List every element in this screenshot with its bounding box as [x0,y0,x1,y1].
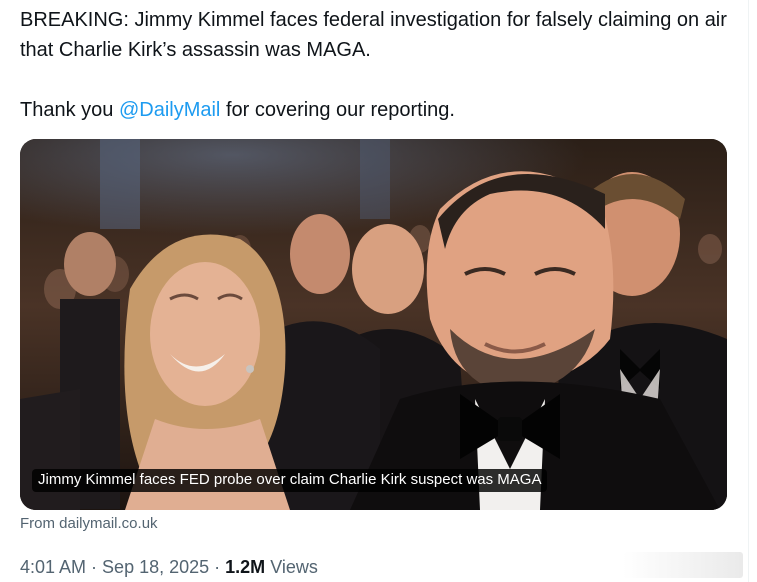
tweet-text-thanks: Thank you @DailyMail for covering our re… [20,95,735,125]
column-divider [748,0,749,582]
tweet-container: BREAKING: Jimmy Kimmel faces federal inv… [0,0,757,582]
link-card-source[interactable]: From dailymail.co.uk [20,515,158,532]
link-card[interactable]: Jimmy Kimmel faces FED probe over claim … [20,139,727,510]
views-label: Views [265,557,318,577]
meta-separator: · [209,557,226,577]
watermark-overlay [623,552,743,578]
dailymail-mention-link[interactable]: @DailyMail [119,99,220,121]
link-card-caption: Jimmy Kimmel faces FED probe over claim … [32,469,548,492]
tweet-time[interactable]: 4:01 AM [20,557,86,577]
thanks-prefix: Thank you [20,99,119,121]
tweet-text: BREAKING: Jimmy Kimmel faces federal inv… [20,5,735,125]
tweet-meta: 4:01 AM · Sep 18, 2025 · 1.2M Views [20,557,318,578]
tweet-date[interactable]: Sep 18, 2025 [102,557,209,577]
thanks-suffix: for covering our reporting. [220,99,455,121]
views-count: 1.2M [225,557,266,577]
tweet-text-headline: BREAKING: Jimmy Kimmel faces federal inv… [20,9,727,61]
meta-separator: · [86,557,103,577]
link-card-image [20,139,727,510]
